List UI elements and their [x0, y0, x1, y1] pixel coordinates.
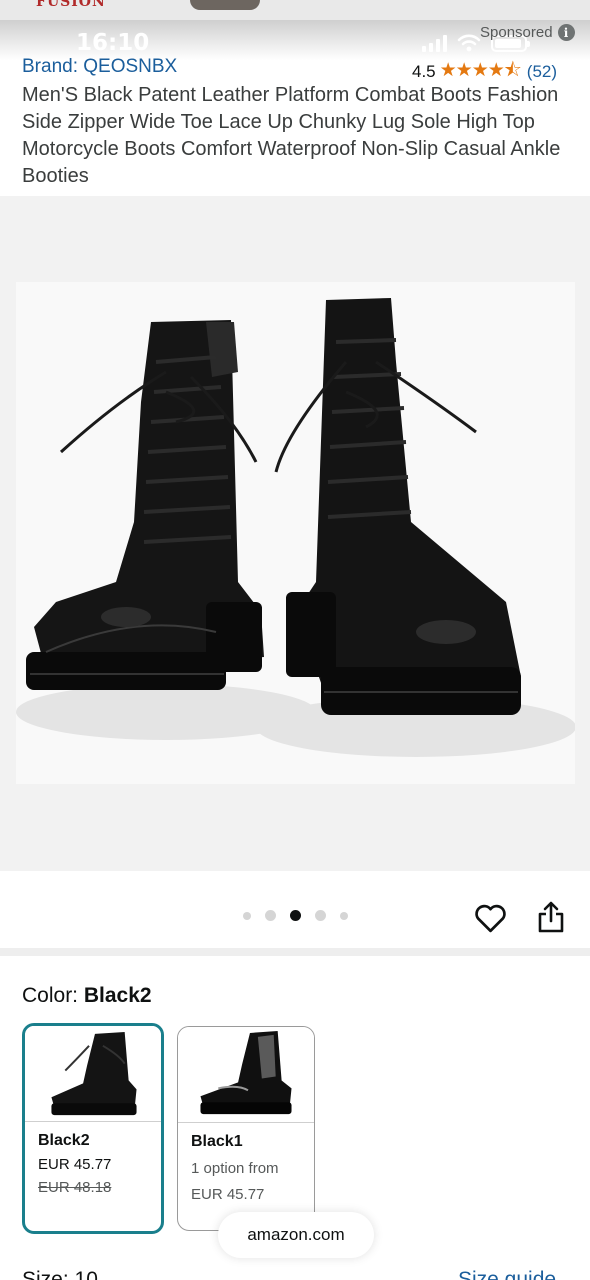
pagination-dot[interactable]	[265, 910, 276, 921]
banner-image-fragment	[190, 0, 260, 10]
info-icon[interactable]: i	[557, 24, 575, 41]
swatch-price: EUR 45.77	[191, 1186, 265, 1203]
browser-url-bar[interactable]: amazon.com	[218, 1212, 374, 1258]
swatch-list-price: EUR 48.18	[38, 1179, 112, 1196]
product-image-gallery[interactable]	[0, 196, 590, 871]
selected-color: Black2	[83, 984, 152, 1007]
status-time: 16:10	[76, 30, 150, 56]
size-guide-link[interactable]: Size guide	[458, 1268, 556, 1280]
swatch-name: Black1	[191, 1133, 243, 1150]
pagination-dot[interactable]	[243, 911, 251, 920]
size-row: Size: 10 Size guide	[0, 1268, 590, 1280]
top-banner: FUSION	[0, 0, 590, 20]
share-icon[interactable]	[537, 900, 565, 934]
swatch-image	[25, 1026, 161, 1122]
wifi-icon	[457, 34, 481, 52]
brand-link[interactable]: Brand: QEOSNBX	[22, 56, 177, 78]
product-image[interactable]	[16, 282, 575, 784]
sponsored-label[interactable]: Sponsored i	[480, 24, 575, 41]
size-label: Size: 10	[22, 1268, 98, 1280]
color-label-prefix: Color:	[22, 984, 84, 1007]
section-divider	[0, 948, 590, 956]
review-count[interactable]: (52)	[527, 62, 557, 82]
color-label: Color: Black2	[22, 984, 152, 1008]
heart-icon[interactable]	[474, 902, 507, 935]
pagination-dot[interactable]	[315, 910, 326, 921]
cellular-signal-icon	[422, 35, 447, 52]
swatch-price: EUR 45.77	[38, 1156, 112, 1173]
product-title: Men'S Black Patent Leather Platform Comb…	[22, 84, 561, 187]
banner-logo: FUSION	[36, 0, 106, 10]
pagination-dot[interactable]	[340, 911, 348, 920]
pagination-dot-active[interactable]	[290, 910, 301, 921]
swatch-name: Black2	[38, 1132, 90, 1149]
sponsored-text: Sponsored	[480, 24, 553, 41]
color-swatch-black2[interactable]: Black2 EUR 45.77 EUR 48.18	[22, 1023, 164, 1234]
rating-value: 4.5	[412, 62, 436, 81]
image-pagination[interactable]	[243, 910, 348, 921]
boots-illustration	[16, 298, 575, 757]
color-swatch-black1[interactable]: Black1 1 option from EUR 45.77	[177, 1026, 315, 1231]
swatch-option-note: 1 option from	[191, 1160, 279, 1177]
swatch-image	[178, 1027, 314, 1123]
